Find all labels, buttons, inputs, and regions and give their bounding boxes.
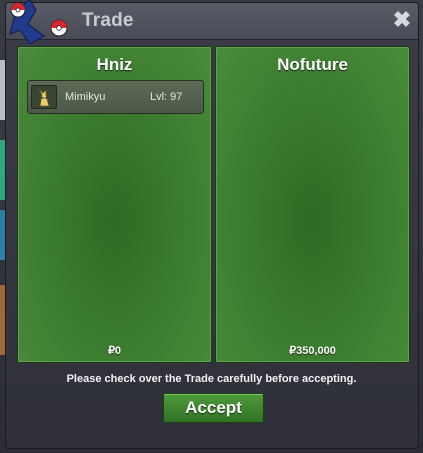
trade-panel-self[interactable]: Hniz Mimikyu Lvl: 97 ₽0: [17, 46, 212, 363]
money-amount: ₽350,000: [289, 345, 336, 357]
player-name: Hniz: [96, 55, 133, 74]
trade-item[interactable]: Mimikyu Lvl: 97: [27, 80, 204, 114]
accept-button[interactable]: Accept: [163, 393, 264, 423]
player-name: Nofuture: [277, 55, 348, 74]
money-amount: ₽0: [107, 345, 122, 357]
trade-notice: Please check over the Trade carefully be…: [66, 373, 357, 385]
trade-logo-icon: [9, 0, 68, 44]
window-title: Trade: [82, 10, 134, 31]
item-name: Mimikyu: [65, 91, 106, 103]
item-level: Lvl: 97: [150, 91, 183, 103]
trade-panel-partner: Nofuture ₽350,000: [215, 46, 410, 363]
close-icon[interactable]: ✖: [392, 9, 412, 31]
pokemon-sprite-icon: [31, 85, 57, 109]
